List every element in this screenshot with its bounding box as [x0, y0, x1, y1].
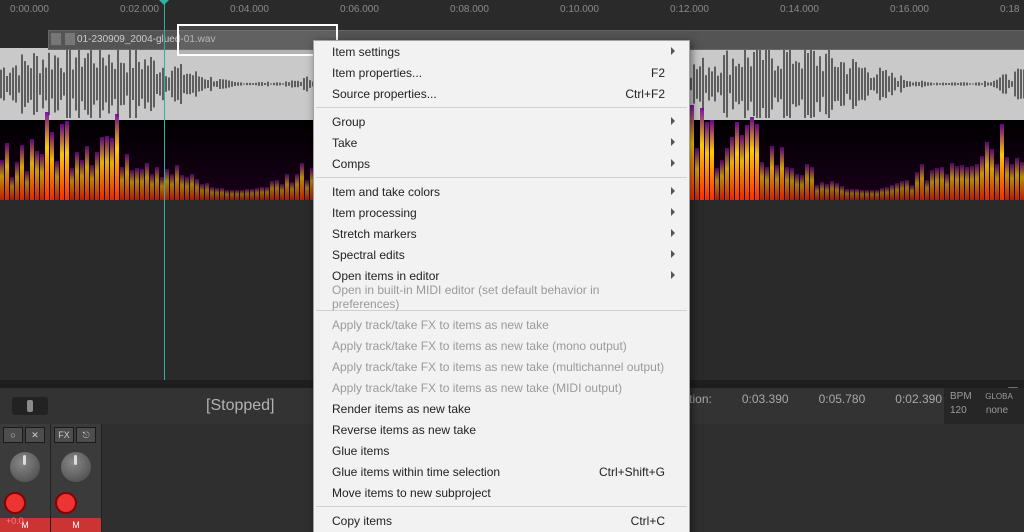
menu-item-label: Move items to new subproject — [332, 486, 491, 500]
menu-item[interactable]: Item properties... F2 — [314, 62, 689, 83]
menu-item-label: Item and take colors — [332, 185, 440, 199]
menu-item-label: Apply track/take FX to items as new take… — [332, 339, 627, 353]
menu-item-label: Copy items — [332, 514, 392, 528]
menu-item-label: Glue items within time selection — [332, 465, 500, 479]
menu-item[interactable]: Reverse items as new take — [314, 419, 689, 440]
track-route-button[interactable]: ⎋ — [76, 427, 96, 443]
menu-item: Open in built-in MIDI editor (set defaul… — [314, 286, 689, 307]
menu-item-label: Group — [332, 115, 365, 129]
menu-item-label: Item settings — [332, 45, 400, 59]
menu-item[interactable]: Copy items Ctrl+C — [314, 510, 689, 531]
menu-item[interactable]: Item settings — [314, 41, 689, 62]
rate-slider[interactable] — [12, 397, 48, 415]
master-mute-button[interactable]: ✕ — [25, 427, 45, 443]
master-rec-button[interactable] — [4, 492, 26, 514]
menu-item-label: Source properties... — [332, 87, 437, 101]
menu-item[interactable]: Render items as new take — [314, 398, 689, 419]
master-mono-button[interactable]: ○ — [3, 427, 23, 443]
menu-item[interactable]: Spectral edits — [314, 244, 689, 265]
track-recarm-button[interactable] — [55, 492, 77, 514]
menu-item-label: Comps — [332, 157, 370, 171]
clip-icon[interactable] — [50, 32, 62, 46]
timeline-ruler[interactable]: 0:00.000 0:02.000 0:04.000 0:06.000 0:08… — [0, 0, 1024, 30]
menu-item-accel: F2 — [651, 66, 665, 80]
menu-item-label: Stretch markers — [332, 227, 417, 241]
menu-item-label: Open in built-in MIDI editor (set defaul… — [332, 283, 665, 311]
timeline-tick: 0:18 — [1000, 4, 1019, 15]
track-pan-knob[interactable] — [61, 452, 91, 482]
menu-item-label: Take — [332, 136, 357, 150]
timeline-tick: 0:00.000 — [10, 4, 49, 15]
timeline-tick: 0:14.000 — [780, 4, 819, 15]
track-meter: M — [51, 518, 101, 532]
menu-item[interactable]: Group — [314, 111, 689, 132]
item-context-menu: Item settings Item properties... F2 Source … — [313, 40, 690, 532]
timeline-tick: 0:08.000 — [450, 4, 489, 15]
menu-item[interactable]: Item and take colors — [314, 181, 689, 202]
menu-item[interactable]: Glue items within time selection Ctrl+Shi… — [314, 461, 689, 482]
menu-item-label: Spectral edits — [332, 248, 405, 262]
timeline-tick: 0:10.000 — [560, 4, 599, 15]
menu-item: Apply track/take FX to items as new take… — [314, 377, 689, 398]
menu-item: Apply track/take FX to items as new take — [314, 314, 689, 335]
master-channel[interactable]: ○ ✕ 🔈 M +0.0 — [0, 424, 51, 532]
menu-item[interactable]: Stretch markers — [314, 223, 689, 244]
track-fx-button[interactable]: FX — [54, 427, 74, 443]
play-cursor[interactable] — [164, 0, 165, 380]
track-channel-1[interactable]: FX ⎋ 🔈 M — [51, 424, 102, 532]
global-label: GLOBA — [985, 390, 1013, 404]
menu-item[interactable]: Source properties... Ctrl+F2 — [314, 83, 689, 104]
menu-item-accel: Ctrl+Shift+G — [599, 465, 665, 479]
menu-item-label: Apply track/take FX to items as new take… — [332, 381, 622, 395]
automation-mode[interactable]: none — [986, 404, 1008, 418]
menu-item-accel: Ctrl+C — [631, 514, 665, 528]
master-volume-readout: +0.0 — [6, 516, 24, 526]
selection-end[interactable]: 0:05.780 — [819, 392, 866, 406]
timeline-tick: 0:04.000 — [230, 4, 269, 15]
timeline-tick: 0:02.000 — [120, 4, 159, 15]
menu-item[interactable]: Take — [314, 132, 689, 153]
selection-start[interactable]: 0:03.390 — [742, 392, 789, 406]
menu-item[interactable]: Glue items — [314, 440, 689, 461]
timeline-tick: 0:06.000 — [340, 4, 379, 15]
clip-icon[interactable] — [64, 32, 76, 46]
master-pan-knob[interactable] — [10, 452, 40, 482]
selection-length[interactable]: 0:02.390 — [895, 392, 942, 406]
menu-item-label: Glue items — [332, 444, 389, 458]
menu-item-label: Apply track/take FX to items as new take — [332, 318, 549, 332]
menu-item[interactable]: Item processing — [314, 202, 689, 223]
selection-readout: election: 0:03.390 0:05.780 0:02.390 — [667, 392, 942, 406]
tempo-box[interactable]: BPM GLOBA 120 none — [944, 388, 1024, 424]
menu-item-label: Open items in editor — [332, 269, 439, 283]
timeline-tick: 0:16.000 — [890, 4, 929, 15]
menu-item: Apply track/take FX to items as new take… — [314, 356, 689, 377]
bpm-label: BPM — [950, 390, 972, 404]
menu-item-label: Item processing — [332, 206, 417, 220]
bpm-value[interactable]: 120 — [950, 404, 967, 418]
menu-item: Apply track/take FX to items as new take… — [314, 335, 689, 356]
menu-item-label: Apply track/take FX to items as new take… — [332, 360, 664, 374]
clip-header-icons — [50, 32, 76, 46]
menu-item[interactable]: Comps — [314, 153, 689, 174]
menu-item-label: Render items as new take — [332, 402, 471, 416]
menu-item-accel: Ctrl+F2 — [625, 87, 665, 101]
menu-item[interactable]: Move items to new subproject — [314, 482, 689, 503]
menu-item-label: Reverse items as new take — [332, 423, 476, 437]
transport-state: [Stopped] — [206, 397, 275, 415]
timeline-tick: 0:12.000 — [670, 4, 709, 15]
menu-item-label: Item properties... — [332, 66, 422, 80]
